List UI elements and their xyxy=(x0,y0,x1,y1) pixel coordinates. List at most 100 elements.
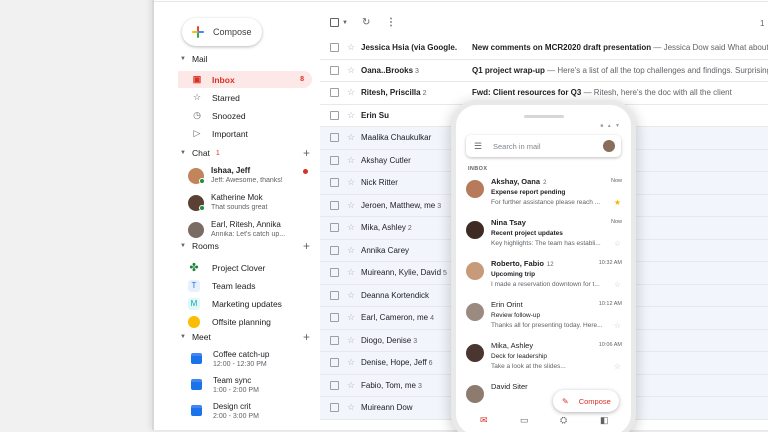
more-options-icon[interactable]: ⋮ xyxy=(386,17,396,28)
add-chat-icon[interactable]: + xyxy=(303,146,310,160)
chat-section-header[interactable]: ▼ Chat 1 + xyxy=(180,146,310,160)
star-icon[interactable]: ☆ xyxy=(614,280,621,289)
online-status-icon xyxy=(199,205,205,211)
meeting-item[interactable]: Team sync 1:00 - 2:00 PM xyxy=(188,375,318,399)
nav-inbox[interactable]: ▣ Inbox 8 xyxy=(178,71,312,88)
star-icon[interactable]: ☆ xyxy=(347,357,355,368)
row-checkbox[interactable] xyxy=(330,133,339,143)
row-checkbox[interactable] xyxy=(330,403,339,413)
star-icon[interactable]: ☆ xyxy=(347,155,355,166)
star-icon[interactable]: ☆ xyxy=(347,402,355,413)
phone-mail-item[interactable]: Nina Tsay Now Recent project updates Key hi… xyxy=(464,217,624,259)
star-icon[interactable]: ☆ xyxy=(347,335,355,346)
mail-section-header[interactable]: ▼ Mail xyxy=(180,54,310,64)
rooms-icon[interactable]: ⛭ xyxy=(560,415,567,426)
sender-avatar xyxy=(466,344,484,362)
row-checkbox[interactable] xyxy=(330,88,339,98)
refresh-icon[interactable]: ↻ xyxy=(362,17,370,28)
offsite-icon xyxy=(188,315,200,328)
add-room-icon[interactable]: + xyxy=(303,239,310,253)
rooms-section-header[interactable]: ▼ Rooms + xyxy=(180,239,310,253)
star-icon[interactable]: ☆ xyxy=(347,200,355,211)
row-checkbox[interactable] xyxy=(330,43,339,53)
chat-preview: Jeff: Awesome, thanks! xyxy=(211,177,283,184)
collapse-caret-icon: ▼ xyxy=(180,334,186,340)
row-checkbox[interactable] xyxy=(330,65,339,75)
chat-item[interactable]: Katherine Mok That sounds great xyxy=(188,191,318,217)
phone-mail-from: Roberto, Fabio 12 xyxy=(491,259,554,268)
nav-starred[interactable]: ☆ Starred xyxy=(178,89,312,106)
nav-label: Starred xyxy=(212,92,240,103)
select-dropdown-icon[interactable]: ▼ xyxy=(342,20,348,26)
row-checkbox[interactable] xyxy=(330,335,339,345)
phone-compose-button[interactable]: ✎ Compose xyxy=(553,390,619,412)
label-icon: ▷ xyxy=(193,128,201,138)
row-checkbox[interactable] xyxy=(330,380,339,390)
star-icon[interactable]: ☆ xyxy=(347,177,355,188)
row-checkbox[interactable] xyxy=(330,200,339,210)
star-icon[interactable]: ☆ xyxy=(347,267,355,278)
phone-mail-item[interactable]: Akshay, Oana 2 Now Expense report pending Fo… xyxy=(464,176,624,218)
row-checkbox[interactable] xyxy=(330,268,339,278)
email-sender: Jessica Hsia (via Google. xyxy=(361,43,458,53)
phone-mail-item[interactable]: Mika, Ashley 10:06 AM Deck for leadership T… xyxy=(464,340,624,382)
chat-icon[interactable]: ▭ xyxy=(520,415,529,426)
star-icon[interactable]: ☆ xyxy=(614,321,621,330)
email-snippet: — Here's a list of all the top challenge… xyxy=(544,65,768,75)
phone-mail-item[interactable]: Erin Orint 10:12 AM Review follow-up Thanks… xyxy=(464,299,624,341)
room-item[interactable]: Offsite planning xyxy=(188,313,318,330)
row-checkbox[interactable] xyxy=(330,290,339,300)
meeting-item[interactable]: Design crit 2:00 - 3:00 PM xyxy=(188,401,318,425)
star-icon[interactable]: ★ xyxy=(614,198,621,207)
mail-section-title: Mail xyxy=(191,54,208,64)
sidebar: Compose ▼ Mail ▣ Inbox 8 ☆ Starred ◷ Sno… xyxy=(178,12,320,432)
select-all-checkbox[interactable] xyxy=(330,18,339,27)
row-checkbox[interactable] xyxy=(330,110,339,120)
row-checkbox[interactable] xyxy=(330,178,339,188)
nav-important[interactable]: ▷ Important xyxy=(178,125,312,142)
room-item[interactable]: ✤ Project Clover xyxy=(188,259,318,276)
compose-button[interactable]: Compose xyxy=(182,18,262,46)
star-icon[interactable]: ☆ xyxy=(614,362,621,371)
email-row[interactable]: ☆ Jessica Hsia (via Google. New comments o… xyxy=(320,37,768,60)
stage: Compose ▼ Mail ▣ Inbox 8 ☆ Starred ◷ Sno… xyxy=(0,0,768,432)
email-row[interactable]: ☆ Oana..Brooks 3 Q1 project wrap-up — Here'… xyxy=(320,59,768,82)
phone-search-bar[interactable]: ☰ Search in mail xyxy=(466,135,621,157)
star-icon[interactable]: ☆ xyxy=(347,110,355,121)
nav-label: Snoozed xyxy=(212,110,246,121)
add-meeting-icon[interactable]: + xyxy=(303,330,310,344)
room-letter-icon: M xyxy=(188,297,200,310)
top-bar xyxy=(154,0,768,2)
row-checkbox[interactable] xyxy=(330,313,339,323)
room-item[interactable]: M Marketing updates xyxy=(188,295,318,312)
phone-mail-item[interactable]: Roberto, Fabio 12 10:32 AM Upcoming trip I m… xyxy=(464,258,624,300)
mail-icon[interactable]: ✉ xyxy=(480,415,488,426)
nav-snoozed[interactable]: ◷ Snoozed xyxy=(178,107,312,124)
star-icon[interactable]: ☆ xyxy=(347,222,355,233)
meeting-item[interactable]: Coffee catch-up 12:00 - 12:30 PM xyxy=(188,349,318,373)
row-checkbox[interactable] xyxy=(330,358,339,368)
star-icon[interactable]: ☆ xyxy=(347,290,355,301)
row-checkbox[interactable] xyxy=(330,155,339,165)
star-icon[interactable]: ☆ xyxy=(347,65,355,76)
room-item[interactable]: T Team leads xyxy=(188,277,318,294)
account-avatar[interactable] xyxy=(603,140,615,152)
star-icon[interactable]: ☆ xyxy=(347,87,355,98)
star-icon[interactable]: ☆ xyxy=(347,380,355,391)
meet-section-header[interactable]: ▼ Meet + xyxy=(180,330,310,344)
inbox-count-badge: 8 xyxy=(300,76,304,83)
star-icon[interactable]: ☆ xyxy=(347,312,355,323)
row-checkbox[interactable] xyxy=(330,245,339,255)
menu-icon[interactable]: ☰ xyxy=(474,141,483,152)
chat-name: Katherine Mok xyxy=(211,193,263,202)
star-icon[interactable]: ☆ xyxy=(347,132,355,143)
meet-section-title: Meet xyxy=(191,332,211,342)
star-icon[interactable]: ☆ xyxy=(347,245,355,256)
star-icon[interactable]: ☆ xyxy=(347,42,355,53)
page-number: 1 xyxy=(760,19,765,28)
video-icon[interactable]: ◧ xyxy=(600,415,609,426)
row-checkbox[interactable] xyxy=(330,223,339,233)
chat-item[interactable]: Ishaa, Jeff Jeff: Awesome, thanks! xyxy=(188,164,318,190)
phone-mail-subject: Expense report pending xyxy=(491,189,566,196)
star-icon[interactable]: ☆ xyxy=(614,239,621,248)
